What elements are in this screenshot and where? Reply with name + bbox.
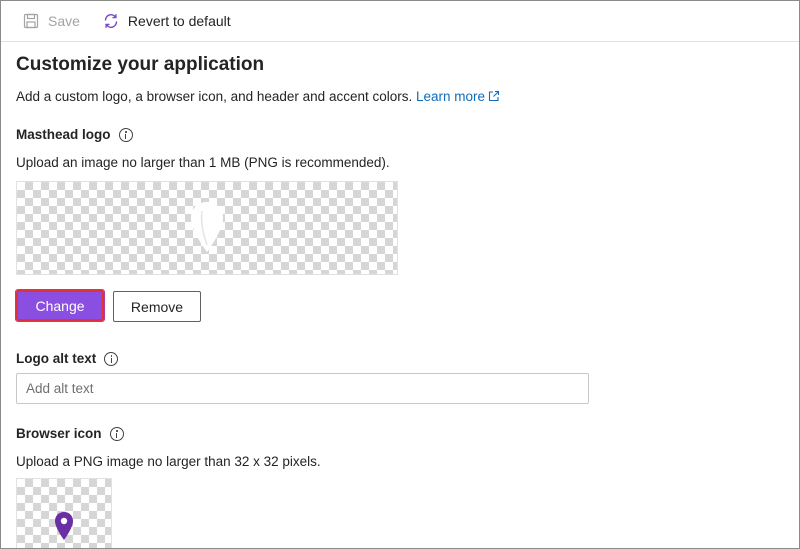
logo-alt-text-label: Logo alt text <box>16 351 119 366</box>
masthead-logo-help: Upload an image no larger than 1 MB (PNG… <box>16 155 390 170</box>
browser-icon-preview <box>16 478 112 548</box>
revert-to-default-button[interactable]: Revert to default <box>102 12 231 30</box>
browser-icon-help: Upload a PNG image no larger than 32 x 3… <box>16 454 321 469</box>
external-link-icon <box>488 90 500 105</box>
page-description: Add a custom logo, a browser icon, and h… <box>16 89 500 105</box>
learn-more-link[interactable]: Learn more <box>416 89 500 104</box>
map-pin-icon <box>54 511 74 544</box>
save-label: Save <box>48 13 80 29</box>
save-button[interactable]: Save <box>22 12 80 30</box>
info-icon[interactable] <box>109 426 124 441</box>
learn-more-label: Learn more <box>416 89 486 104</box>
command-bar: Save Revert to default <box>1 1 799 42</box>
browser-icon-label: Browser icon <box>16 426 124 441</box>
browser-icon-label-text: Browser icon <box>16 426 102 441</box>
info-icon[interactable] <box>118 127 133 142</box>
info-icon[interactable] <box>104 351 119 366</box>
logo-alt-text-input[interactable] <box>16 373 589 404</box>
masthead-logo-preview <box>16 181 398 275</box>
remove-logo-button[interactable]: Remove <box>113 291 201 322</box>
change-logo-button[interactable]: Change <box>15 289 105 322</box>
masthead-logo-label: Masthead logo <box>16 127 133 142</box>
app-settings-panel: Save Revert to default Customize your ap… <box>0 0 800 549</box>
map-pin-icon <box>190 201 224 256</box>
masthead-logo-label-text: Masthead logo <box>16 127 111 142</box>
refresh-icon <box>102 12 120 30</box>
description-text: Add a custom logo, a browser icon, and h… <box>16 89 413 104</box>
logo-alt-text-label-text: Logo alt text <box>16 351 97 366</box>
save-icon <box>22 12 40 30</box>
page-title: Customize your application <box>16 54 265 75</box>
revert-label: Revert to default <box>127 13 231 29</box>
